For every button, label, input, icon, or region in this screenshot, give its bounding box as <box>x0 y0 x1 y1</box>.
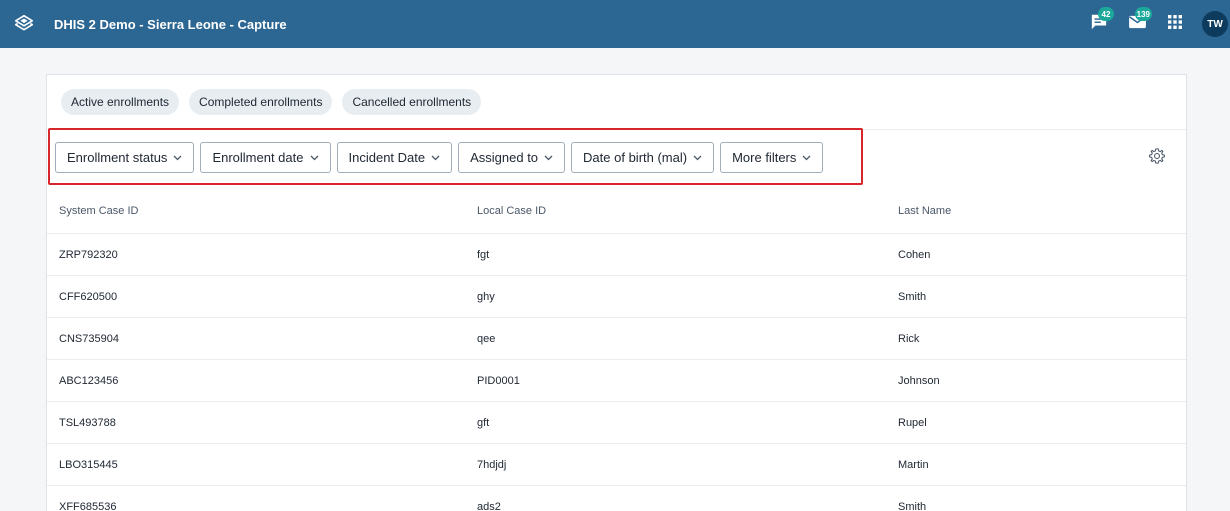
chevron-down-icon <box>802 155 811 161</box>
tab-cancelled-enrollments[interactable]: Cancelled enrollments <box>342 89 482 115</box>
filter-label: Date of birth (mal) <box>583 150 688 165</box>
cell-last-name: Smith <box>898 290 927 303</box>
header-actions: 42 139 TW <box>1080 0 1230 48</box>
filter-label: Assigned to <box>470 150 539 165</box>
cell-last-name: Rupel <box>898 416 927 429</box>
messages-count-badge: 139 <box>1134 7 1152 21</box>
chevron-down-icon <box>310 155 319 161</box>
filters-bar: Enrollment status Enrollment date Incide… <box>47 128 1186 188</box>
cell-system-case-id: CFF620500 <box>59 290 118 303</box>
cell-system-case-id: TSL493788 <box>59 416 116 429</box>
enrollments-table: System Case ID Local Case ID Last Name Z… <box>47 188 1186 511</box>
dhis2-logo-icon[interactable] <box>0 0 48 48</box>
app-header: DHIS 2 Demo - Sierra Leone - Capture 42 … <box>0 0 1230 48</box>
incident-date-filter-button[interactable]: Incident Date <box>336 142 453 173</box>
table-row[interactable]: LBO315445 7hdjdj Martin <box>47 444 1186 486</box>
cell-system-case-id: ZRP792320 <box>59 248 118 261</box>
chevron-down-icon <box>173 155 182 161</box>
filter-label: Enrollment status <box>67 150 168 165</box>
user-avatar[interactable]: TW <box>1202 11 1228 37</box>
cell-system-case-id: LBO315445 <box>59 458 118 471</box>
enrollment-date-filter-button[interactable]: Enrollment date <box>200 142 331 173</box>
enrollment-status-filter-button[interactable]: Enrollment status <box>55 142 195 173</box>
apps-grid-icon <box>1168 14 1182 34</box>
table-row[interactable]: ABC123456 PID0001 Johnson <box>47 360 1186 402</box>
more-filters-button[interactable]: More filters <box>720 142 824 173</box>
cell-local-case-id: gft <box>477 416 490 429</box>
cell-system-case-id: CNS735904 <box>59 332 119 345</box>
cell-last-name: Johnson <box>898 374 940 387</box>
cell-local-case-id: PID0001 <box>477 374 520 387</box>
table-row[interactable]: CFF620500 ghy Smith <box>47 276 1186 318</box>
assigned-to-filter-button[interactable]: Assigned to <box>458 142 566 173</box>
cell-system-case-id: ABC123456 <box>59 374 119 387</box>
table-row[interactable]: ZRP792320 fgt Cohen <box>47 234 1186 276</box>
table-row[interactable]: CNS735904 qee Rick <box>47 318 1186 360</box>
page-scrollbar[interactable] <box>1212 48 1230 511</box>
cell-local-case-id: 7hdjdj <box>477 458 507 471</box>
app-title: DHIS 2 Demo - Sierra Leone - Capture <box>54 16 287 32</box>
tab-completed-enrollments[interactable]: Completed enrollments <box>189 89 333 115</box>
column-settings-button[interactable] <box>1146 147 1168 169</box>
column-header-local-case-id[interactable]: Local Case ID <box>477 205 898 217</box>
cell-system-case-id: XFF685536 <box>59 500 117 511</box>
filter-buttons: Enrollment status Enrollment date Incide… <box>55 142 829 173</box>
table-row[interactable]: XFF685536 ads2 Smith <box>47 486 1186 511</box>
cell-last-name: Rick <box>898 332 920 345</box>
gear-icon <box>1148 147 1166 170</box>
chevron-down-icon <box>544 155 553 161</box>
cell-last-name: Smith <box>898 500 927 511</box>
chevron-down-icon <box>431 155 440 161</box>
cell-last-name: Cohen <box>898 248 931 261</box>
apps-menu-button[interactable] <box>1156 0 1194 48</box>
tab-active-enrollments[interactable]: Active enrollments <box>61 89 180 115</box>
cell-local-case-id: ghy <box>477 290 495 303</box>
interpretations-button[interactable]: 42 <box>1080 0 1118 48</box>
table-row[interactable]: TSL493788 gft Rupel <box>47 402 1186 444</box>
column-header-system-case-id[interactable]: System Case ID <box>47 205 477 217</box>
filter-label: Enrollment date <box>212 150 304 165</box>
filter-label: Incident Date <box>348 150 426 165</box>
column-header-last-name[interactable]: Last Name <box>898 205 1186 217</box>
cell-local-case-id: fgt <box>477 248 490 261</box>
cell-local-case-id: ads2 <box>477 500 501 511</box>
messages-button[interactable]: 139 <box>1118 0 1156 48</box>
filter-label: More filters <box>732 150 797 165</box>
cell-last-name: Martin <box>898 458 929 471</box>
interpretations-count-badge: 42 <box>1098 7 1114 21</box>
date-of-birth-filter-button[interactable]: Date of birth (mal) <box>571 142 715 173</box>
cell-local-case-id: qee <box>477 332 496 345</box>
table-header-row: System Case ID Local Case ID Last Name <box>47 188 1186 234</box>
working-list-tabs: Active enrollments Completed enrollments… <box>47 75 1186 130</box>
chevron-down-icon <box>693 155 702 161</box>
working-list-card: Active enrollments Completed enrollments… <box>46 74 1187 511</box>
